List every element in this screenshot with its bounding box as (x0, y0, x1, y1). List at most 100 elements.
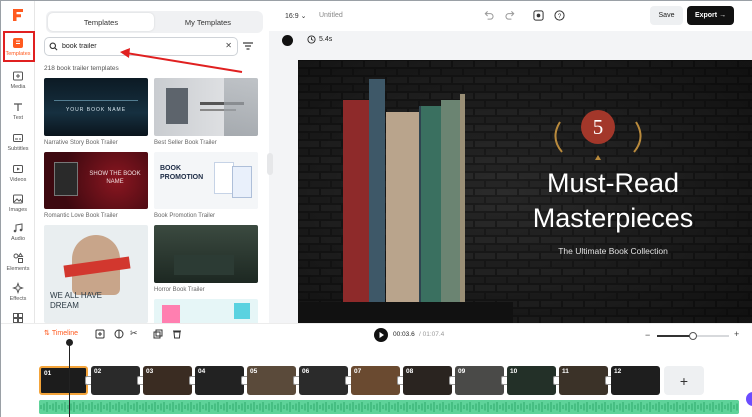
undo-icon[interactable] (483, 10, 494, 21)
timeline-icon: ⇅ (44, 330, 52, 337)
top-bar: 16:9 ⌄ Untitled ? Save Export → (269, 1, 752, 31)
add-media-icon[interactable] (95, 329, 105, 339)
book-cover-shape (166, 88, 188, 124)
play-icon (379, 332, 384, 338)
clip-number: 10 (510, 368, 518, 375)
timeline-clip[interactable]: 06 (299, 366, 348, 395)
timeline-clip[interactable]: 03 (143, 366, 192, 395)
timeline-clip[interactable]: 08 (403, 366, 452, 395)
templates-icon (13, 38, 23, 48)
timeline-clip[interactable]: 11 (559, 366, 608, 395)
clip-number: 01 (44, 370, 52, 377)
sidebar-item-media[interactable]: Media (1, 65, 35, 95)
playhead[interactable] (69, 341, 70, 417)
template-thumb-best-seller[interactable] (154, 78, 258, 136)
zoom-in-icon[interactable]: + (734, 329, 739, 339)
media-icon (13, 71, 23, 81)
sidebar-item-label: Audio (10, 236, 26, 242)
zoom-out-icon[interactable]: − (645, 330, 650, 340)
sidebar-item-label: Media (10, 84, 26, 90)
sidebar-item-label: Elements (6, 266, 30, 272)
duration-value: 5.4s (319, 36, 333, 43)
aspect-ratio-select[interactable]: 16:9 ⌄ (285, 12, 306, 20)
tab-my-templates[interactable]: My Templates (155, 13, 261, 31)
text-icon (14, 103, 22, 111)
shape-decoration (234, 303, 250, 319)
sidebar-item-label: Text (12, 115, 24, 121)
sidebar-item-text[interactable]: Text (1, 96, 35, 126)
left-tool-rail: Templates Media Text Subtitles Videos Images A… (1, 1, 35, 332)
export-button[interactable]: Export → (687, 6, 734, 25)
book-cover-shape (232, 166, 252, 198)
screen-record-icon[interactable] (533, 10, 544, 21)
scene-shape (174, 255, 234, 275)
sidebar-item-effects[interactable]: Effects (1, 277, 35, 307)
timeline-clip[interactable]: 02 (91, 366, 140, 395)
thumb-text: SHOW THE BOOK NAME (89, 171, 141, 185)
sidebar-item-label: Images (8, 207, 28, 213)
chevron-down-icon: ⌄ (300, 13, 307, 20)
aspect-ratio-value: 16:9 (285, 13, 299, 20)
sidebar-item-templates[interactable]: Templates (1, 32, 35, 62)
split-icon[interactable] (114, 329, 124, 339)
video-stage[interactable]: 5 Must-Read Masterpieces The Ultimate Bo… (298, 60, 752, 326)
stage-subtitle[interactable]: The Ultimate Book Collection (528, 246, 698, 256)
template-label: Book Promotion Trailer (154, 213, 216, 219)
timeline-clip[interactable]: 12 (611, 366, 660, 395)
play-button[interactable] (374, 328, 388, 342)
template-thumb-romantic[interactable]: SHOW THE BOOK NAME (44, 152, 148, 209)
project-title[interactable]: Untitled (319, 12, 343, 19)
help-icon[interactable]: ? (554, 10, 565, 21)
timeline-clip[interactable]: 09 (455, 366, 504, 395)
panel-collapse-handle[interactable] (267, 153, 273, 175)
timeline-toggle[interactable]: ⇅ Timeline (44, 329, 79, 338)
clip-number: 05 (250, 368, 258, 375)
background-color-swatch[interactable] (282, 35, 293, 46)
clip-number: 07 (354, 368, 362, 375)
svg-text:?: ? (558, 13, 562, 20)
add-clip-button[interactable]: + (664, 366, 704, 395)
tab-templates[interactable]: Templates (48, 13, 154, 31)
thumb-text: BOOK PROMOTION (160, 165, 204, 181)
template-label: Romantic Love Book Trailer (44, 213, 118, 219)
sidebar-item-images[interactable]: Images (1, 188, 35, 218)
panel-tabs: Templates My Templates (46, 11, 263, 33)
elements-icon (13, 252, 24, 263)
sidebar-item-subtitles[interactable]: Subtitles (1, 127, 35, 157)
scissors-icon[interactable]: ✂ (130, 328, 138, 339)
chat-support-icon[interactable] (746, 392, 752, 406)
videos-icon (13, 165, 23, 173)
stage-title-line1[interactable]: Must-Read (513, 168, 713, 198)
export-label: Export (694, 12, 718, 19)
clip-number: 11 (562, 368, 569, 375)
duplicate-icon[interactable] (153, 329, 163, 339)
zoom-slider[interactable] (657, 332, 729, 340)
duration-control[interactable]: 5.4s (307, 35, 332, 44)
timeline-clip[interactable]: 01 (39, 366, 88, 395)
timeline-label: Timeline (51, 329, 79, 337)
total-time: / 01:07.4 (419, 331, 445, 338)
redo-icon[interactable] (505, 10, 516, 21)
template-label: Narrative Story Book Trailer (44, 140, 118, 146)
sidebar-item-videos[interactable]: Videos (1, 158, 35, 188)
sidebar-item-audio[interactable]: Audio (1, 217, 35, 247)
timeline-clip[interactable]: 04 (195, 366, 244, 395)
app-logo[interactable] (10, 7, 26, 23)
timeline-clip[interactable]: 05 (247, 366, 296, 395)
subtitles-icon (13, 134, 23, 142)
template-thumb-horror[interactable] (154, 225, 258, 283)
save-button[interactable]: Save (650, 6, 683, 25)
audio-icon (13, 223, 23, 233)
effects-icon (12, 282, 24, 294)
template-thumb-dream[interactable]: WE ALL HAVE DREAM (44, 225, 148, 323)
audio-track[interactable] (39, 400, 739, 414)
sidebar-item-elements[interactable]: Elements (1, 247, 35, 277)
zoom-slider-knob[interactable] (689, 332, 697, 340)
template-count: 218 book trailer templates (44, 65, 119, 72)
delete-icon[interactable] (172, 329, 182, 339)
timeline-clip[interactable]: 07 (351, 366, 400, 395)
stage-title-line2[interactable]: Masterpieces (510, 203, 716, 233)
template-thumb-narrative[interactable]: YOUR BOOK NAME (44, 78, 148, 136)
timeline-clip[interactable]: 10 (507, 366, 556, 395)
template-thumb-promotion[interactable]: BOOK PROMOTION (154, 152, 258, 209)
